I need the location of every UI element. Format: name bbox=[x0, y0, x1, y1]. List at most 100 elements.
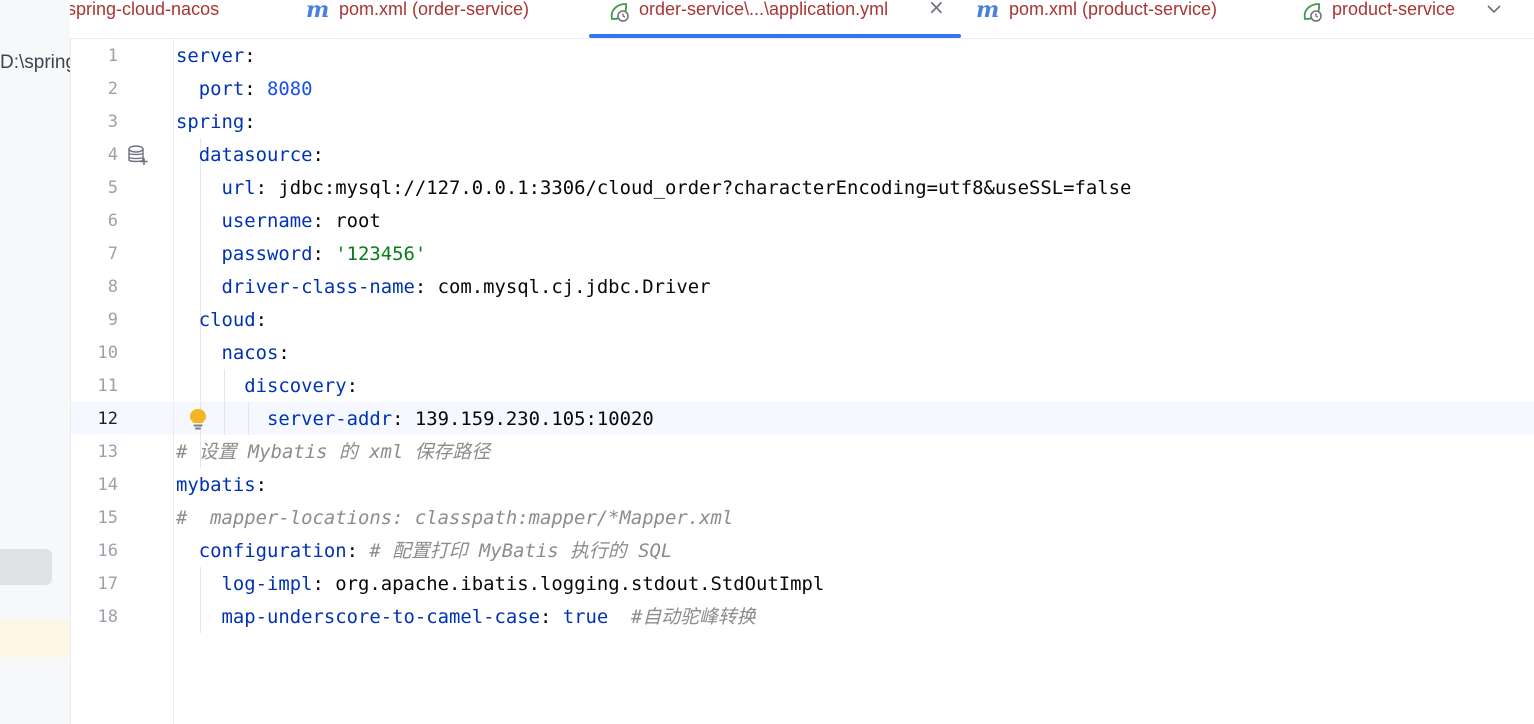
line-number[interactable]: 17 bbox=[78, 568, 118, 601]
code-line[interactable]: cloud: bbox=[176, 304, 267, 337]
yaml-key: url bbox=[221, 177, 256, 199]
code-line[interactable]: mybatis: bbox=[176, 469, 267, 502]
tab-label: product-service bbox=[1332, 0, 1456, 19]
line-number[interactable]: 4 bbox=[78, 139, 118, 172]
yaml-text: : bbox=[244, 111, 256, 133]
line-number[interactable]: 2 bbox=[78, 73, 118, 106]
yaml-text: : org.apache.ibatis.logging.stdout.StdOu… bbox=[312, 573, 825, 595]
yaml-key: driver-class-name bbox=[221, 276, 415, 298]
yaml-text bbox=[176, 243, 222, 265]
yaml-text: : com.mysql.cj.jdbc.Driver bbox=[414, 276, 711, 298]
yaml-key: cloud bbox=[198, 309, 256, 331]
line-number[interactable]: 18 bbox=[78, 601, 118, 634]
yaml-text bbox=[608, 606, 631, 628]
yaml-key: configuration bbox=[198, 540, 347, 562]
yaml-key: username bbox=[221, 210, 313, 232]
yaml-text: : bbox=[346, 540, 370, 562]
yaml-text bbox=[176, 342, 222, 364]
yaml-text bbox=[176, 78, 199, 100]
yaml-text: : bbox=[244, 78, 267, 100]
code-line[interactable]: password: '123456' bbox=[176, 238, 427, 271]
line-number[interactable]: 5 bbox=[78, 172, 118, 205]
tab-order-application-yml[interactable]: order-service\...\application.yml × bbox=[589, 0, 961, 38]
yaml-key: port bbox=[198, 78, 245, 100]
code-line[interactable]: log-impl: org.apache.ibatis.logging.stdo… bbox=[176, 568, 825, 601]
line-number[interactable]: 6 bbox=[78, 205, 118, 238]
line-number[interactable]: 16 bbox=[78, 535, 118, 568]
code-line[interactable]: port: 8080 bbox=[176, 73, 313, 106]
tab-spring-cloud-nacos[interactable]: spring-cloud-nacos bbox=[70, 0, 257, 38]
yaml-text: : bbox=[244, 45, 256, 67]
code-line[interactable]: # mapper-locations: classpath:mapper/*Ma… bbox=[176, 502, 733, 535]
tab-label: order-service\...\application.yml bbox=[639, 0, 889, 19]
yaml-key: nacos bbox=[221, 342, 279, 364]
spring-config-icon bbox=[610, 3, 629, 22]
code-line[interactable]: username: root bbox=[176, 205, 381, 238]
yaml-text: : bbox=[255, 474, 267, 496]
yaml-key: server-addr bbox=[267, 408, 393, 430]
code-line[interactable]: datasource: bbox=[176, 139, 324, 172]
yaml-key: spring bbox=[176, 111, 245, 133]
yaml-key: log-impl bbox=[221, 573, 313, 595]
yaml-text bbox=[176, 540, 199, 562]
yaml-number: 8080 bbox=[267, 78, 313, 100]
code-line[interactable]: configuration: # 配置打印 MyBatis 执行的 SQL bbox=[176, 535, 672, 568]
yaml-text: : bbox=[346, 375, 358, 397]
yaml-text bbox=[176, 276, 222, 298]
line-number[interactable]: 15 bbox=[78, 502, 118, 535]
yaml-text bbox=[176, 144, 199, 166]
tab-label: pom.xml (order-service) bbox=[339, 0, 530, 19]
line-number[interactable]: 3 bbox=[78, 106, 118, 139]
line-number[interactable]: 13 bbox=[78, 436, 118, 469]
yaml-text bbox=[176, 210, 222, 232]
chevron-down-icon[interactable] bbox=[1482, 0, 1506, 20]
line-number[interactable]: 12 bbox=[78, 403, 118, 436]
database-icon[interactable] bbox=[127, 144, 149, 166]
code-line[interactable]: discovery: bbox=[176, 370, 358, 403]
code-line[interactable]: spring: bbox=[176, 106, 256, 139]
line-number[interactable]: 8 bbox=[78, 271, 118, 304]
gutter-separator bbox=[173, 39, 174, 724]
yaml-key: server bbox=[176, 45, 245, 67]
yaml-text: : bbox=[312, 243, 336, 265]
yaml-key: mybatis bbox=[176, 474, 256, 496]
yaml-comment: # 设置 Mybatis 的 xml 保存路径 bbox=[176, 441, 491, 463]
yaml-key: true bbox=[562, 606, 609, 628]
yaml-comment: # mapper-locations: classpath:mapper/*Ma… bbox=[176, 507, 734, 529]
close-icon[interactable]: × bbox=[928, 0, 945, 17]
spring-config-icon bbox=[1303, 3, 1322, 22]
yaml-text: : bbox=[255, 309, 267, 331]
yaml-key: datasource bbox=[198, 144, 313, 166]
tab-label: pom.xml (product-service) bbox=[1009, 0, 1218, 19]
project-tree-selected-row[interactable] bbox=[0, 549, 52, 585]
yaml-text: : root bbox=[312, 210, 381, 232]
yaml-text bbox=[176, 573, 222, 595]
code-line[interactable]: driver-class-name: com.mysql.cj.jdbc.Dri… bbox=[176, 271, 711, 304]
project-path-fragment[interactable]: D:\spring bbox=[0, 52, 70, 74]
code-line[interactable]: nacos: bbox=[176, 337, 290, 370]
tab-pom-order-service[interactable]: m pom.xml (order-service) bbox=[306, 0, 556, 38]
project-tree-highlight-row[interactable] bbox=[0, 621, 70, 657]
code-line[interactable]: url: jdbc:mysql://127.0.0.1:3306/cloud_o… bbox=[176, 172, 1132, 205]
line-number[interactable]: 14 bbox=[78, 469, 118, 502]
yaml-text: : bbox=[278, 342, 290, 364]
line-number[interactable]: 9 bbox=[78, 304, 118, 337]
tab-pom-product-service[interactable]: m pom.xml (product-service) bbox=[976, 0, 1246, 38]
line-number[interactable]: 7 bbox=[78, 238, 118, 271]
line-number[interactable]: 1 bbox=[78, 40, 118, 73]
active-tab-indicator bbox=[589, 34, 961, 38]
editor-tab-bar: spring-cloud-nacos m pom.xml (order-serv… bbox=[70, 0, 1534, 39]
code-line[interactable]: map-underscore-to-camel-case: true #自动驼峰… bbox=[176, 601, 756, 634]
lightbulb-icon[interactable] bbox=[188, 407, 208, 431]
yaml-string: '123456' bbox=[335, 243, 427, 265]
yaml-text: : bbox=[539, 606, 563, 628]
line-number[interactable]: 10 bbox=[78, 337, 118, 370]
tab-product-service[interactable]: product-service bbox=[1299, 0, 1467, 38]
maven-m-icon: m bbox=[976, 0, 1000, 23]
yaml-text: : 139.159.230.105:10020 bbox=[392, 408, 654, 430]
code-line[interactable]: server: bbox=[176, 40, 256, 73]
line-number[interactable]: 11 bbox=[78, 370, 118, 403]
yaml-text: : jdbc:mysql://127.0.0.1:3306/cloud_orde… bbox=[255, 177, 1132, 199]
code-line[interactable]: server-addr: 139.159.230.105:10020 bbox=[176, 403, 654, 436]
code-line[interactable]: # 设置 Mybatis 的 xml 保存路径 bbox=[176, 436, 490, 469]
